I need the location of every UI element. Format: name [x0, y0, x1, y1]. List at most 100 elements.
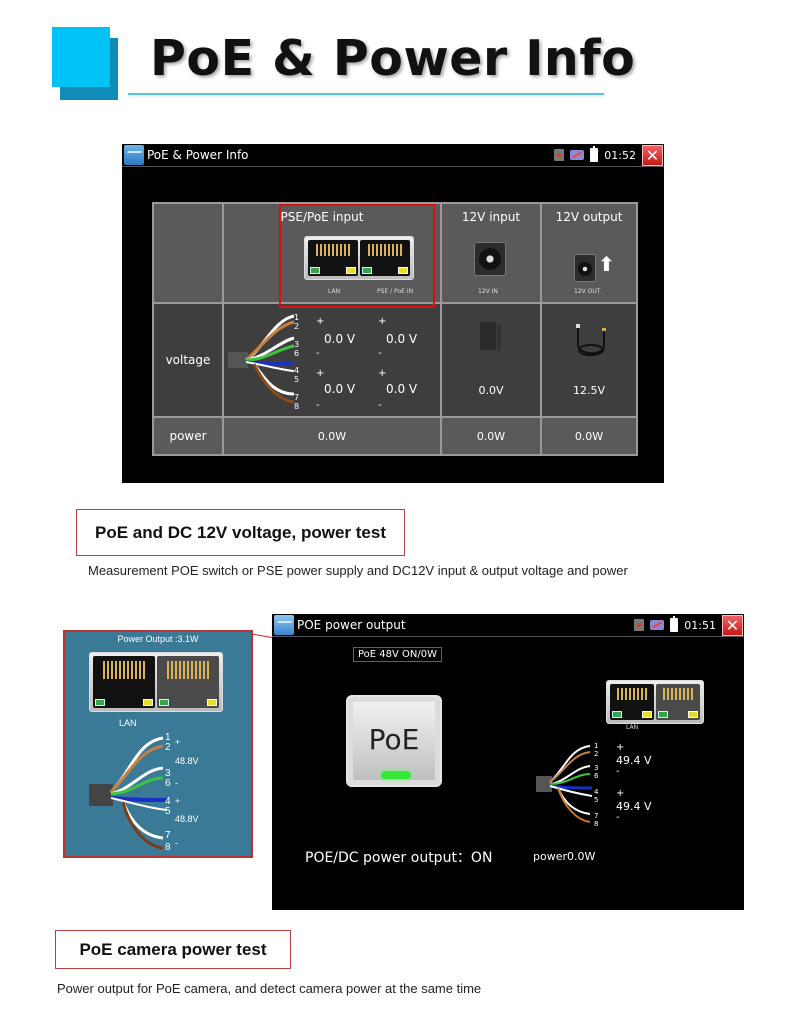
poe-power-output-screen: POE power output 01:51 ✕ PoE 48V ON/0W P… — [272, 614, 744, 910]
pse-voltage-cell: 1 2 3 6 4 5 7 8 + + 0.0 V 0.0 V - - + + — [222, 302, 442, 418]
heading-square — [52, 27, 110, 87]
poe-status-led — [381, 771, 411, 779]
pin-8: 8 — [294, 402, 300, 411]
caption-description: Measurement POE switch or PSE power supp… — [88, 563, 628, 578]
ethernet-ports-icon — [606, 680, 704, 724]
power-output-inset: Power Output :3.1W LAN 1 2 + 48.8V 3 6 -… — [63, 630, 253, 858]
sign-plus: + — [175, 737, 181, 747]
poe-toggle-button[interactable]: PoE — [346, 695, 442, 787]
close-icon[interactable]: ✕ — [642, 144, 663, 166]
status-badge: PoE 48V ON/0W — [353, 647, 443, 662]
12v-input-label: 12V input — [461, 210, 521, 224]
12v-input-voltage: 0.0V — [478, 384, 504, 397]
sign-minus: - — [175, 838, 178, 848]
12v-out-label: 12V OUT — [574, 288, 601, 295]
12v-in-label: 12V IN — [478, 288, 498, 295]
pin-2: 2 — [294, 322, 300, 331]
ethernet-cable-icon — [536, 745, 593, 823]
voltage-row-label: voltage — [152, 302, 224, 418]
ethernet-cable-icon — [228, 314, 295, 404]
dc-jack-in-icon — [474, 242, 506, 276]
12v-output-power-value: 0.0W — [540, 416, 638, 456]
ethernet-ports-icon — [89, 652, 223, 712]
lan-voltage-top: 0.0 V — [324, 332, 356, 346]
12v-output-header: 12V output ⬆ 12V OUT — [540, 202, 638, 304]
output-arrow-icon: ⬆ — [598, 252, 615, 276]
pin-7: 7 — [594, 812, 599, 820]
ethernet-cable-icon — [89, 736, 168, 850]
sign-plus: + — [616, 742, 625, 753]
sign-minus: - — [316, 348, 320, 359]
dc-jack-out-icon — [574, 254, 596, 282]
pin-3: 3 — [594, 764, 599, 772]
inset-voltage-top: 48.8V — [175, 756, 199, 766]
pin-2: 2 — [165, 742, 171, 753]
clock: 01:52 — [604, 148, 636, 162]
12v-output-label: 12V output — [555, 210, 623, 224]
pin-5: 5 — [294, 375, 300, 384]
12v-input-power-value: 0.0W — [440, 416, 542, 456]
battery-icon — [670, 616, 679, 632]
lan-voltage-bottom: 0.0 V — [324, 382, 356, 396]
sign-minus: - — [616, 812, 620, 823]
app-icon[interactable] — [274, 615, 294, 635]
network-icon — [650, 620, 665, 630]
sign-plus: + — [316, 368, 325, 379]
app-icon[interactable] — [124, 145, 144, 165]
sign-minus: - — [316, 400, 320, 411]
window-title: PoE & Power Info — [147, 148, 249, 162]
sign-minus: - — [175, 778, 178, 788]
power-row-label: power — [152, 416, 224, 456]
output-status: POE/DC power output：ON — [305, 850, 493, 866]
sign-plus: + — [378, 316, 387, 327]
caption-box: PoE and DC 12V voltage, power test — [76, 509, 405, 556]
pin-6: 6 — [165, 778, 171, 789]
close-icon[interactable]: ✕ — [722, 614, 743, 636]
titlebar: POE power output 01:51 ✕ — [272, 614, 744, 637]
inset-voltage-bottom: 48.8V — [175, 814, 199, 824]
output-voltage-bottom: 49.4 V — [616, 800, 652, 813]
pin-7: 7 — [165, 830, 171, 841]
poe-button-label: PoE — [368, 723, 420, 756]
poe-voltage-top: 0.0 V — [386, 332, 418, 346]
pin-8: 8 — [594, 820, 599, 828]
titlebar: PoE & Power Info 01:52 ✕ — [122, 144, 664, 167]
sign-minus: - — [616, 766, 620, 777]
power-adapter-icon — [480, 322, 501, 350]
sd-card-icon — [554, 149, 565, 161]
power-reading: power0.0W — [533, 850, 596, 863]
sign-plus: + — [175, 796, 181, 806]
sd-card-icon — [634, 619, 645, 631]
sign-plus: + — [378, 368, 387, 379]
poe-power-info-screen: PoE & Power Info 01:52 ✕ PSE/PoE input L… — [122, 144, 664, 483]
pin-4: 4 — [594, 788, 599, 796]
pin-7: 7 — [294, 393, 300, 402]
pin-5: 5 — [594, 796, 599, 804]
sign-minus: - — [378, 348, 382, 359]
pin-2: 2 — [594, 750, 599, 758]
pin-6: 6 — [594, 772, 599, 780]
pin-1: 1 — [294, 313, 300, 322]
dc-cable-icon — [576, 324, 606, 356]
pse-power-value: 0.0W — [222, 416, 442, 456]
pse-highlight-box — [279, 204, 435, 308]
caption-box: PoE camera power test — [55, 930, 291, 969]
pin-6: 6 — [294, 349, 300, 358]
pin-8: 8 — [165, 842, 171, 853]
pin-4: 4 — [294, 366, 300, 375]
poe-voltage-bottom: 0.0 V — [386, 382, 418, 396]
sign-plus: + — [616, 788, 625, 799]
heading-underline — [128, 93, 604, 95]
caption-description: Power output for PoE camera, and detect … — [57, 981, 482, 996]
pin-5: 5 — [165, 806, 171, 817]
page-title: PoE & Power Info — [150, 30, 636, 87]
12v-input-header: 12V input 12V IN — [440, 202, 542, 304]
12v-output-voltage: 12.5V — [572, 384, 606, 397]
pin-3: 3 — [294, 340, 300, 349]
12v-input-voltage-cell: 0.0V — [440, 302, 542, 418]
battery-icon — [590, 146, 599, 162]
lan-port-label: LAN — [626, 724, 639, 731]
lan-port-label: LAN — [119, 718, 137, 728]
network-icon — [570, 150, 585, 160]
sign-minus: - — [378, 400, 382, 411]
